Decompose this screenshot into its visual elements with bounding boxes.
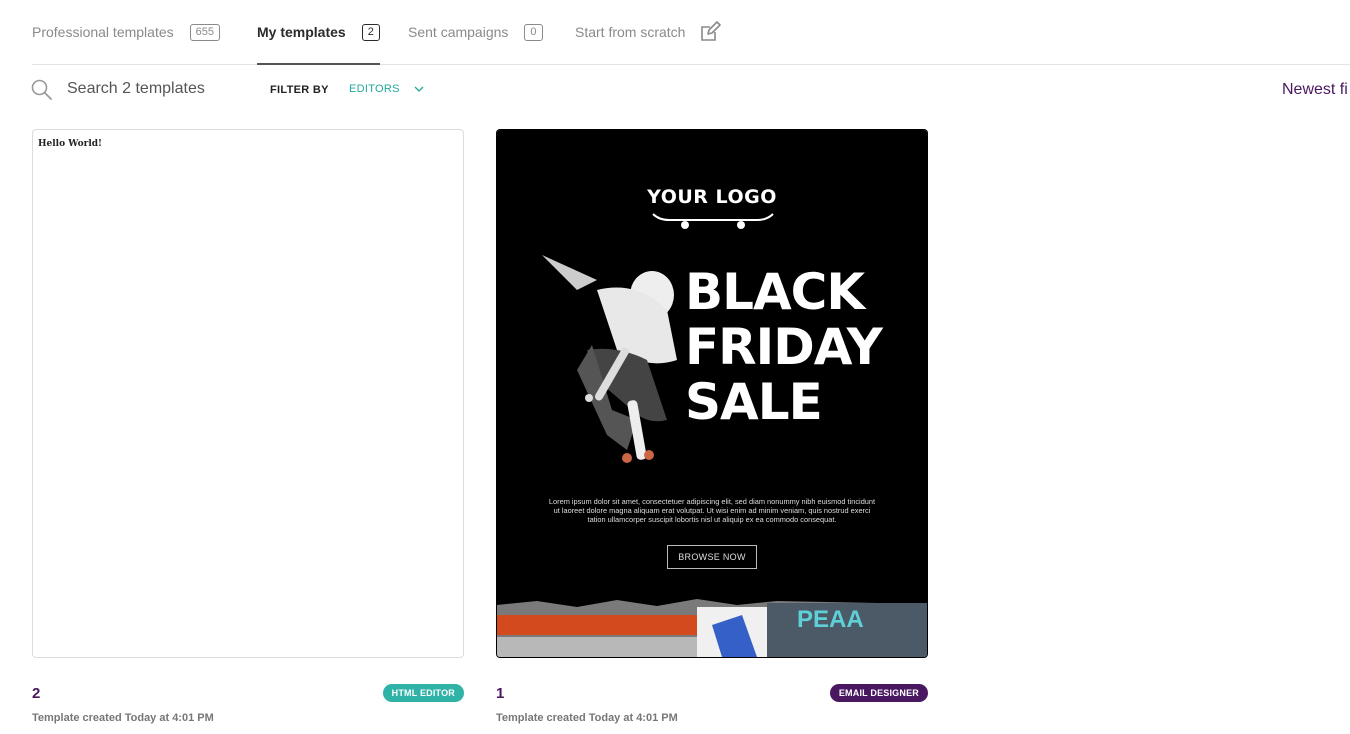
headline-line: FRIDAY (685, 318, 883, 376)
edit-icon (699, 21, 722, 43)
tab-label: Sent campaigns (408, 24, 509, 40)
search-input[interactable] (67, 76, 247, 102)
template-created-meta: Template created Today at 4:01 PM (496, 712, 678, 724)
filter-value: EDITORS (349, 83, 400, 95)
tab-label: Start from scratch (575, 24, 686, 40)
skateboard-icon (649, 210, 777, 235)
search-icon (31, 79, 53, 106)
template-card: Hello World! 2 HTML EDITOR Template crea… (32, 129, 464, 724)
chevron-down-icon (414, 86, 424, 93)
template-created-meta: Template created Today at 4:01 PM (32, 712, 214, 724)
tab-label: My templates (257, 24, 346, 40)
editor-badge: EMAIL DESIGNER (829, 684, 928, 702)
graffiti-text: PEAA (797, 606, 864, 633)
tab-count-badge: 655 (189, 23, 220, 41)
preview-body-text: Lorem ipsum dolor sit amet, consectetuer… (548, 497, 876, 524)
template-tabs: Professional templates 655 My templates … (32, 0, 1350, 65)
tab-start-from-scratch[interactable]: Start from scratch (575, 0, 722, 64)
preview-headline: BLACK FRIDAY SALE (685, 263, 883, 431)
sort-select[interactable]: Newest fi (1282, 81, 1348, 99)
filter-label: FILTER BY (270, 84, 329, 96)
tab-professional-templates[interactable]: Professional templates 655 (32, 0, 220, 64)
template-preview[interactable]: Hello World! (32, 129, 464, 658)
preview-text: Hello World! (38, 139, 102, 149)
template-name[interactable]: 2 (32, 685, 40, 702)
template-name[interactable]: 1 (496, 685, 504, 702)
template-preview[interactable]: YOUR LOGO BLACK FRIDAY SALE Lorem ipsum … (496, 129, 928, 658)
black-friday-preview: YOUR LOGO BLACK FRIDAY SALE Lorem ipsum … (497, 130, 927, 657)
editor-badge: HTML EDITOR (382, 684, 464, 702)
tab-label: Professional templates (32, 24, 174, 40)
template-card: YOUR LOGO BLACK FRIDAY SALE Lorem ipsum … (496, 129, 928, 724)
headline-line: SALE (685, 373, 823, 431)
headline-line: BLACK (685, 263, 865, 321)
editors-filter-dropdown[interactable]: EDITORS (349, 83, 424, 95)
tab-count-badge: 2 (361, 23, 380, 41)
browse-now-button: BROWSE NOW (667, 545, 757, 569)
tab-count-badge: 0 (524, 23, 543, 41)
graffiti-banner-image: PEAA (497, 595, 927, 657)
preview-logo: YOUR LOGO (647, 186, 777, 208)
tab-my-templates[interactable]: My templates 2 (257, 0, 380, 65)
tab-sent-campaigns[interactable]: Sent campaigns 0 (408, 0, 543, 64)
skater-image (537, 250, 707, 475)
